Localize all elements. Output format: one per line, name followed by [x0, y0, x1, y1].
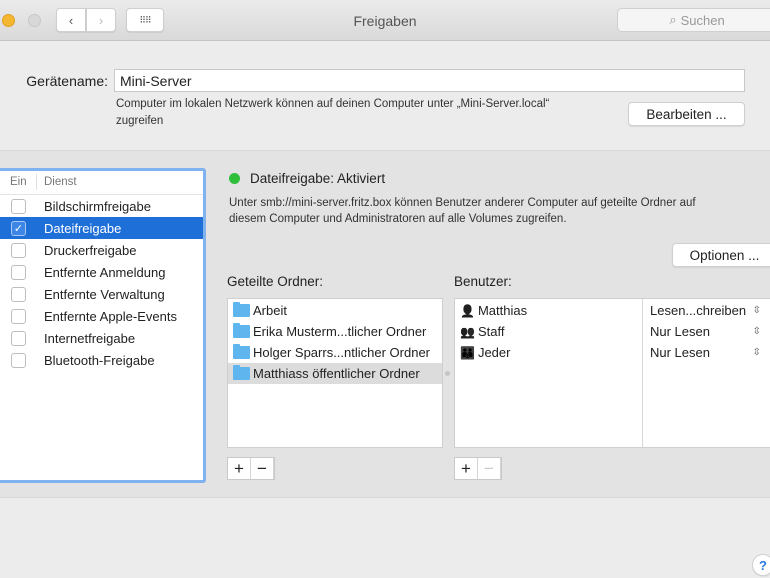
folder-name: Matthiass öffentlicher Ordner: [253, 366, 420, 381]
service-list[interactable]: Ein Dienst Bildschirmfreigabe ✓ Dateifreiga…: [0, 168, 206, 483]
splitter-handle[interactable]: [445, 371, 450, 376]
service-label: Entfernte Verwaltung: [44, 286, 165, 302]
service-checkbox[interactable]: [11, 286, 26, 302]
folder-name: Erika Musterm...tlicher Ordner: [253, 324, 427, 339]
options-button[interactable]: Optionen ...: [672, 243, 770, 267]
service-item[interactable]: Druckerfreigabe: [0, 239, 203, 261]
service-item[interactable]: Entfernte Verwaltung: [0, 283, 203, 305]
permission-select[interactable]: Lesen...chreiben ⇳: [643, 300, 770, 321]
folder-add-remove: + −: [227, 457, 275, 480]
service-item[interactable]: Internetfreigabe: [0, 327, 203, 349]
service-item[interactable]: ✓ Dateifreigabe: [0, 217, 203, 239]
service-checkbox[interactable]: [11, 264, 26, 280]
service-checkbox[interactable]: [11, 198, 26, 214]
user-name: Staff: [477, 324, 505, 339]
add-user-button[interactable]: +: [455, 458, 478, 479]
remove-user-button[interactable]: −: [478, 458, 501, 479]
users-list[interactable]: 👤 Matthias 👥 Staff 👪 Jeder Lesen...chreiben ⇳ N…: [454, 298, 770, 448]
service-list-header: Ein Dienst: [0, 171, 203, 195]
permission-select[interactable]: Nur Lesen ⇳: [643, 342, 770, 363]
folder-item[interactable]: Arbeit: [228, 300, 442, 321]
user-item[interactable]: 👪 Jeder: [455, 342, 642, 363]
permission-select[interactable]: Nur Lesen ⇳: [643, 321, 770, 342]
folder-item[interactable]: Erika Musterm...tlicher Ordner: [228, 321, 442, 342]
service-label: Dateifreigabe: [44, 220, 122, 236]
permission-value: Nur Lesen: [650, 345, 710, 360]
folder-item[interactable]: Holger Sparrs...ntlicher Ordner: [228, 342, 442, 363]
user-icon: 👤: [460, 303, 475, 318]
user-name: Jeder: [477, 345, 511, 360]
everyone-icon: 👪: [460, 345, 475, 360]
service-checkbox[interactable]: [11, 242, 26, 258]
status-indicator: [229, 173, 240, 184]
updown-icon: ⇳: [752, 347, 761, 358]
user-add-remove: + −: [454, 457, 502, 480]
service-label: Entfernte Anmeldung: [44, 264, 166, 280]
service-item[interactable]: Bildschirmfreigabe: [0, 195, 203, 217]
status-title: Dateifreigabe: Aktiviert: [250, 171, 386, 186]
service-checkbox[interactable]: ✓: [11, 220, 26, 236]
shared-folders-list[interactable]: Arbeit Erika Musterm...tlicher Ordner Holg…: [227, 298, 443, 448]
group-icon: 👥: [460, 324, 475, 339]
column-service: Dienst: [44, 176, 77, 188]
service-label: Bluetooth-Freigabe: [44, 352, 155, 368]
updown-icon: ⇳: [752, 305, 761, 316]
device-name-input[interactable]: Mini-Server: [114, 69, 745, 92]
device-name-label: Gerätename:: [26, 73, 108, 89]
column-divider: [36, 174, 37, 190]
remove-folder-button[interactable]: −: [251, 458, 274, 479]
users-column: 👤 Matthias 👥 Staff 👪 Jeder: [455, 299, 643, 447]
column-on: Ein: [10, 176, 27, 188]
search-placeholder: Suchen: [680, 12, 725, 28]
users-label: Benutzer:: [454, 274, 512, 289]
service-checkbox[interactable]: [11, 308, 26, 324]
folder-icon: [233, 302, 250, 317]
status-description-2: diesem Computer und Administratoren auf …: [229, 213, 567, 225]
service-label: Druckerfreigabe: [44, 242, 137, 258]
folder-name: Arbeit: [253, 303, 287, 318]
folder-icon: [233, 365, 250, 380]
permission-value: Nur Lesen: [650, 324, 710, 339]
service-checkbox[interactable]: [11, 330, 26, 346]
service-label: Internetfreigabe: [44, 330, 136, 346]
service-item[interactable]: Bluetooth-Freigabe: [0, 349, 203, 371]
service-item[interactable]: Entfernte Anmeldung: [0, 261, 203, 283]
user-item[interactable]: 👤 Matthias: [455, 300, 642, 321]
user-item[interactable]: 👥 Staff: [455, 321, 642, 342]
folder-item[interactable]: Matthiass öffentlicher Ordner: [228, 363, 442, 384]
help-button[interactable]: ?: [752, 554, 770, 576]
device-description-1: Computer im lokalen Netzwerk können auf …: [116, 98, 550, 110]
search-icon: ⌕: [669, 12, 677, 27]
device-description-2: zugreifen: [116, 115, 164, 127]
folder-icon: [233, 344, 250, 359]
permission-value: Lesen...chreiben: [650, 303, 747, 318]
service-label: Entfernte Apple-Events: [44, 308, 177, 324]
permissions-column: Lesen...chreiben ⇳ Nur Lesen ⇳ Nur Lesen ⇳: [643, 299, 770, 447]
service-label: Bildschirmfreigabe: [44, 198, 151, 214]
service-checkbox[interactable]: [11, 352, 26, 368]
user-name: Matthias: [477, 303, 528, 318]
folder-name: Holger Sparrs...ntlicher Ordner: [253, 345, 431, 360]
updown-icon: ⇳: [752, 326, 761, 337]
search-field[interactable]: ⌕ Suchen: [617, 8, 770, 32]
edit-button[interactable]: Bearbeiten ...: [628, 102, 745, 126]
folder-icon: [233, 323, 250, 338]
service-item[interactable]: Entfernte Apple-Events: [0, 305, 203, 327]
shared-folders-label: Geteilte Ordner:: [227, 274, 324, 289]
status-description-1: Unter smb://mini-server.fritz.box können…: [229, 197, 696, 209]
add-folder-button[interactable]: +: [228, 458, 251, 479]
